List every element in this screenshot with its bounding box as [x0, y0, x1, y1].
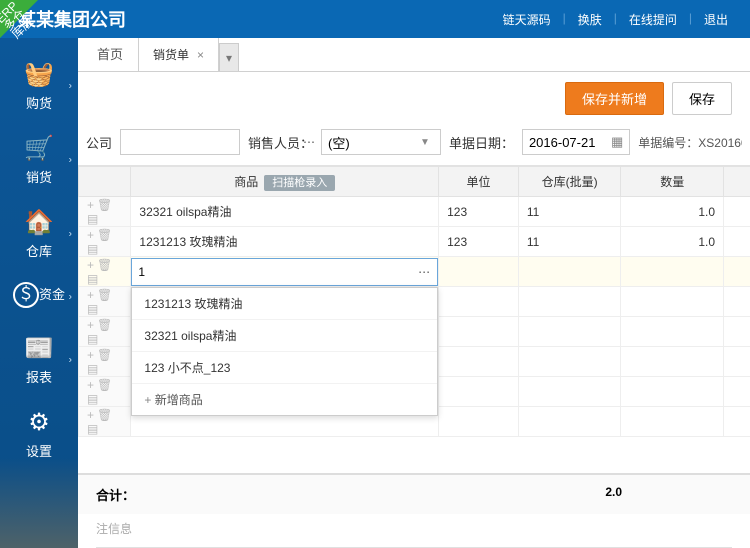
- date-input[interactable]: [529, 130, 611, 154]
- unit-cell[interactable]: 123: [439, 227, 519, 257]
- ellipsis-icon[interactable]: ⋯: [418, 265, 431, 279]
- tab-bar: 首页 销货单× ▾: [78, 38, 750, 72]
- chevron-right-icon: ›: [69, 229, 72, 240]
- dropdown-option[interactable]: 32321 oilspa精油: [132, 320, 437, 352]
- table-row[interactable]: +🗑▤ 32321 oilspa精油 123 11 1.0 128.0: [79, 197, 750, 227]
- product-cell[interactable]: 32321 oilspa精油: [131, 197, 439, 227]
- gear-icon: ⚙: [0, 408, 78, 437]
- chevron-right-icon: ›: [69, 292, 72, 303]
- date-picker[interactable]: ▦: [522, 129, 630, 155]
- sidebar-item-report[interactable]: 📰报表›: [0, 334, 78, 386]
- link-skin[interactable]: 换肤: [574, 11, 606, 28]
- save-button[interactable]: 保存: [672, 82, 732, 115]
- sidebar-item-settings[interactable]: ⚙设置: [0, 408, 78, 460]
- calendar-icon[interactable]: ▦: [611, 134, 623, 150]
- product-dropdown: 1231213 玫瑰精油 32321 oilspa精油 123 小不点_123 …: [131, 287, 438, 416]
- dropdown-option[interactable]: 123 小不点_123: [132, 352, 437, 384]
- order-table: 商品扫描枪录入 单位 仓库(批量) 数量 销售单价 +🗑▤ 32321 oils…: [78, 166, 750, 437]
- dollar-icon: ＄: [13, 282, 39, 308]
- drag-row-icon[interactable]: ▤: [87, 212, 101, 226]
- dropdown-add-product[interactable]: 新增商品: [132, 384, 437, 415]
- chevron-right-icon: ›: [69, 155, 72, 166]
- date-label: 单据日期：: [449, 133, 514, 152]
- delete-row-icon[interactable]: 🗑: [97, 198, 115, 212]
- delete-row-icon[interactable]: 🗑: [97, 228, 115, 242]
- warehouse-icon: 🏠: [0, 208, 78, 237]
- warehouse-cell[interactable]: 11: [518, 197, 621, 227]
- product-cell[interactable]: 1231213 玫瑰精油: [131, 227, 439, 257]
- totals-row: 合计： 2.0: [78, 473, 750, 514]
- dropdown-option[interactable]: 1231213 玫瑰精油: [132, 288, 437, 320]
- drag-row-icon[interactable]: ▤: [87, 242, 101, 256]
- col-warehouse[interactable]: 仓库(批量): [518, 167, 621, 197]
- price-cell[interactable]: 128.0: [724, 197, 750, 227]
- app-title: 某某集团公司: [18, 6, 499, 32]
- table-row[interactable]: +🗑▤ 1231213 玫瑰精油 123 11 1.0 88.0: [79, 227, 750, 257]
- col-price: 销售单价: [724, 167, 750, 197]
- salesperson-select[interactable]: ▼: [321, 129, 441, 155]
- qty-cell[interactable]: 1.0: [621, 197, 724, 227]
- qty-cell[interactable]: 1.0: [621, 227, 724, 257]
- report-icon: 📰: [0, 334, 78, 363]
- totals-label: 合计：: [96, 485, 156, 504]
- chevron-right-icon: ›: [69, 81, 72, 92]
- sales-input[interactable]: [328, 130, 416, 154]
- sales-label: 销售人员：: [248, 133, 313, 152]
- sidebar-item-sales[interactable]: 🛒销货›: [0, 134, 78, 186]
- sidebar-item-finance[interactable]: ＄资金›: [0, 282, 78, 312]
- chevron-right-icon: ›: [69, 355, 72, 366]
- close-icon[interactable]: ×: [197, 48, 204, 62]
- basket-icon: 🧺: [0, 60, 78, 89]
- totals-qty: 2.0: [156, 485, 732, 504]
- doc-number: 单据编号：XS2016072114: [638, 134, 742, 151]
- scan-button[interactable]: 扫描枪录入: [264, 175, 335, 191]
- link-logout[interactable]: 退出: [700, 11, 732, 28]
- sidebar-item-purchase[interactable]: 🧺购货›: [0, 60, 78, 112]
- add-row-icon[interactable]: +: [87, 228, 97, 242]
- unit-cell[interactable]: 123: [439, 197, 519, 227]
- delete-row-icon[interactable]: 🗑: [97, 258, 115, 272]
- add-row-icon[interactable]: +: [87, 198, 97, 212]
- tab-home[interactable]: 首页: [82, 38, 138, 71]
- add-row-icon[interactable]: +: [87, 258, 97, 272]
- link-ask[interactable]: 在线提问: [625, 11, 681, 28]
- link-source[interactable]: 链天源码: [499, 11, 555, 28]
- col-unit: 单位: [439, 167, 519, 197]
- company-label: 公司: [86, 133, 112, 152]
- save-and-new-button[interactable]: 保存并新增: [565, 82, 664, 115]
- price-cell[interactable]: 88.0: [724, 227, 750, 257]
- app-header: 某某集团公司 链天源码| 换肤| 在线提问| 退出: [0, 0, 750, 38]
- col-qty: 数量: [621, 167, 724, 197]
- sidebar-item-warehouse[interactable]: 🏠仓库›: [0, 208, 78, 260]
- tab-dropdown[interactable]: ▾: [219, 43, 239, 71]
- table-row-editing[interactable]: +🗑▤ ⋯ 1231213 玫瑰精油 32321 oilspa精油 123 小不…: [79, 257, 750, 287]
- sidebar: 🧺购货› 🛒销货› 🏠仓库› ＄资金› 📰报表› ⚙设置: [0, 38, 78, 548]
- tab-sales-order[interactable]: 销货单×: [138, 38, 219, 71]
- product-search-input[interactable]: [138, 265, 418, 279]
- note-label: 注信息: [78, 514, 750, 543]
- company-picker[interactable]: ⋯: [120, 129, 240, 155]
- drag-row-icon[interactable]: ▤: [87, 272, 101, 286]
- col-product: 商品扫描枪录入: [131, 167, 439, 197]
- cart-icon: 🛒: [0, 134, 78, 163]
- warehouse-cell[interactable]: 11: [518, 227, 621, 257]
- product-search-cell[interactable]: ⋯ 1231213 玫瑰精油 32321 oilspa精油 123 小不点_12…: [131, 257, 439, 287]
- chevron-down-icon[interactable]: ▼: [416, 137, 434, 148]
